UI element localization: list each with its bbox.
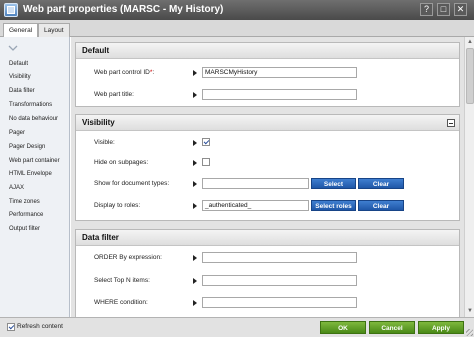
clear-roles-button[interactable]: Clear: [358, 200, 404, 211]
sidebar-item-output-filter[interactable]: Output filter: [0, 223, 70, 236]
hide-on-subpages-checkbox[interactable]: [202, 158, 210, 166]
chevron-down-icon[interactable]: [8, 43, 18, 53]
section-data-filter: Data filter ORDER By expression: Select …: [75, 229, 460, 317]
expand-arrow-icon[interactable]: [193, 278, 197, 284]
row-hide-on-subpages: Hide on subpages:: [76, 156, 461, 170]
section-data-filter-header: Data filter: [76, 230, 459, 246]
row-display-to-roles: Display to roles: _authenticated_ Select…: [76, 199, 461, 213]
expand-arrow-icon[interactable]: [193, 70, 197, 76]
row-document-types: Show for document types: Select Clear: [76, 177, 461, 191]
sidebar-item-time-zones[interactable]: Time zones: [0, 196, 70, 209]
refresh-content-label: Refresh content: [17, 323, 63, 330]
row-visible: Visible:: [76, 136, 461, 150]
tab-general[interactable]: General: [3, 23, 39, 38]
category-sidebar: Default Visibility Data filter Transform…: [0, 37, 70, 317]
visible-checkbox[interactable]: [202, 138, 210, 146]
section-default-header: Default: [76, 43, 459, 59]
row-web-part-title: Web part title:: [76, 88, 461, 102]
document-types-label: Show for document types:: [94, 180, 170, 187]
document-types-input[interactable]: [202, 178, 309, 189]
tab-layout[interactable]: Layout: [38, 23, 70, 37]
sidebar-item-no-data-behaviour[interactable]: No data behaviour: [0, 113, 70, 126]
sidebar-item-visibility[interactable]: Visibility: [0, 71, 70, 84]
section-visibility: Visibility Visible: Hide on subpages: Sh…: [75, 114, 460, 221]
sidebar-item-pager-design[interactable]: Pager Design: [0, 141, 70, 154]
expand-arrow-icon[interactable]: [193, 181, 197, 187]
control-id-input[interactable]: MARSCMyHistory: [202, 67, 357, 78]
vertical-scrollbar[interactable]: ▲ ▼: [464, 37, 474, 317]
sidebar-item-default[interactable]: Default: [0, 58, 70, 71]
order-by-label: ORDER By expression:: [94, 254, 162, 261]
scroll-up-icon[interactable]: ▲: [466, 38, 474, 46]
visible-label: Visible:: [94, 139, 115, 146]
sidebar-item-data-filter[interactable]: Data filter: [0, 85, 70, 98]
web-part-title-label: Web part title:: [94, 91, 134, 98]
window-title: Web part properties (MARSC - My History): [23, 4, 224, 15]
scroll-thumb[interactable]: [466, 48, 474, 104]
row-order-by: ORDER By expression:: [76, 251, 461, 265]
row-top-n: Select Top N items:: [76, 274, 461, 288]
control-id-label: Web part control ID*:: [94, 69, 155, 76]
ok-button[interactable]: OK: [320, 321, 366, 334]
top-n-input[interactable]: [202, 275, 357, 286]
refresh-content-checkbox[interactable]: [7, 323, 15, 331]
sidebar-item-ajax[interactable]: AJAX: [0, 182, 70, 195]
maximize-button[interactable]: □: [437, 3, 450, 16]
expand-arrow-icon[interactable]: [193, 92, 197, 98]
section-visibility-title: Visibility: [82, 118, 115, 127]
expand-arrow-icon[interactable]: [193, 140, 197, 146]
order-by-input[interactable]: [202, 252, 357, 263]
top-n-label: Select Top N items:: [94, 277, 150, 284]
cancel-button[interactable]: Cancel: [369, 321, 415, 334]
properties-panel: Default Web part control ID*: MARSCMyHis…: [71, 37, 464, 317]
select-document-types-button[interactable]: Select: [311, 178, 356, 189]
sidebar-item-transformations[interactable]: Transformations: [0, 99, 70, 112]
row-where-condition: WHERE condition:: [76, 296, 461, 310]
section-visibility-header: Visibility: [76, 115, 459, 131]
sidebar-item-web-part-container[interactable]: Web part container: [0, 155, 70, 168]
select-roles-button[interactable]: Select roles: [311, 200, 356, 211]
hide-on-subpages-label: Hide on subpages:: [94, 159, 149, 166]
roles-input[interactable]: _authenticated_: [202, 200, 309, 211]
where-condition-label: WHERE condition:: [94, 299, 148, 306]
collapse-icon[interactable]: [447, 119, 455, 127]
display-to-roles-label: Display to roles:: [94, 202, 141, 209]
expand-arrow-icon[interactable]: [193, 255, 197, 261]
where-condition-input[interactable]: [202, 297, 357, 308]
expand-arrow-icon[interactable]: [193, 160, 197, 166]
dialog-footer: Refresh content OK Cancel Apply: [0, 317, 474, 337]
help-button[interactable]: ?: [420, 3, 433, 16]
expand-arrow-icon[interactable]: [193, 300, 197, 306]
apply-button[interactable]: Apply: [418, 321, 464, 334]
resize-grip-icon[interactable]: [466, 329, 473, 336]
expand-arrow-icon[interactable]: [193, 203, 197, 209]
sidebar-item-html-envelope[interactable]: HTML Envelope: [0, 168, 70, 181]
section-default: Default Web part control ID*: MARSCMyHis…: [75, 42, 460, 107]
clear-document-types-button[interactable]: Clear: [358, 178, 404, 189]
scroll-down-icon[interactable]: ▼: [466, 307, 474, 315]
sidebar-item-performance[interactable]: Performance: [0, 209, 70, 222]
tab-bar: General Layout: [0, 20, 474, 38]
row-control-id: Web part control ID*: MARSCMyHistory: [76, 66, 461, 80]
web-part-icon: [4, 3, 18, 17]
close-button[interactable]: ✕: [454, 3, 467, 16]
web-part-title-input[interactable]: [202, 89, 357, 100]
sidebar-item-pager[interactable]: Pager: [0, 127, 70, 140]
title-bar: Web part properties (MARSC - My History)…: [0, 0, 474, 20]
